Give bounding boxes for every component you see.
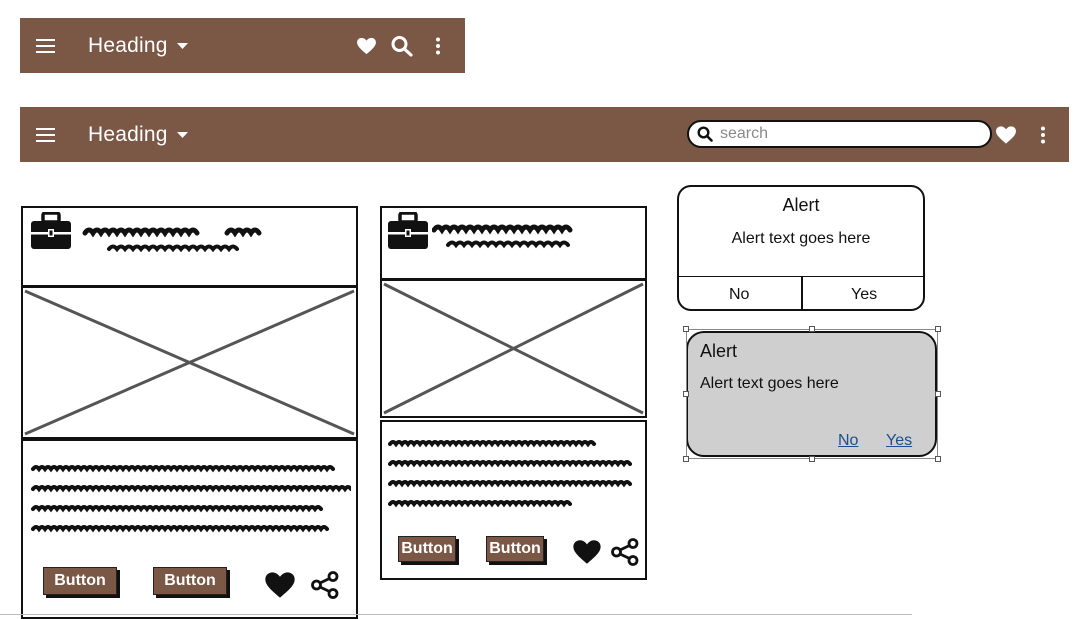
caret-down-icon (176, 42, 189, 50)
resize-handle-sw[interactable] (683, 456, 689, 462)
heading-text: Heading (88, 122, 168, 146)
resize-handle-nw[interactable] (683, 326, 689, 332)
caret-down-icon (176, 131, 189, 139)
alert-dialog: Alert Alert text goes here No Yes (677, 185, 925, 311)
scribble-title (81, 221, 271, 255)
scribble-body-text (31, 459, 351, 539)
alert-dialog-selected[interactable]: Alert Alert text goes here No Yes (686, 331, 937, 457)
heart-icon[interactable] (264, 571, 296, 599)
card-button-2[interactable]: Button (486, 536, 544, 562)
alert-text: Alert text goes here (700, 375, 839, 392)
card-button-1[interactable]: Button (43, 567, 117, 595)
share-icon[interactable] (611, 538, 639, 566)
search-icon (697, 126, 713, 142)
scribble-title (432, 220, 582, 252)
app-bar-small: Heading (20, 18, 465, 73)
heart-icon[interactable] (572, 539, 602, 565)
alert-title: Alert (700, 341, 738, 361)
image-placeholder (21, 286, 358, 439)
resize-handle-se[interactable] (935, 456, 941, 462)
canvas-edge (0, 614, 912, 615)
hamburger-icon[interactable] (36, 127, 56, 143)
alert-text: Alert text goes here (731, 230, 871, 247)
card-button-1[interactable]: Button (398, 536, 456, 562)
briefcase-icon (387, 212, 429, 250)
search-icon[interactable] (391, 35, 413, 56)
card-header (380, 206, 647, 280)
no-link[interactable]: No (838, 432, 858, 450)
resize-handle-w[interactable] (683, 391, 689, 397)
image-placeholder (380, 279, 647, 418)
resize-handle-s[interactable] (809, 456, 815, 462)
more-vertical-icon[interactable] (1040, 126, 1046, 144)
yes-button[interactable]: Yes (851, 286, 877, 304)
heading-text: Heading (88, 33, 168, 57)
more-vertical-icon[interactable] (435, 37, 441, 55)
scribble-body-text (388, 436, 638, 514)
heart-icon[interactable] (356, 37, 377, 55)
heart-icon[interactable] (995, 125, 1017, 144)
card-header (21, 206, 358, 287)
resize-handle-e[interactable] (935, 391, 941, 397)
heading-dropdown[interactable]: Heading (88, 34, 189, 58)
alert-title: Alert (782, 195, 820, 215)
resize-handle-ne[interactable] (935, 326, 941, 332)
briefcase-icon (30, 212, 72, 250)
search-field[interactable] (687, 120, 992, 148)
yes-link[interactable]: Yes (886, 432, 912, 450)
card-button-2[interactable]: Button (153, 567, 227, 595)
card-body: Button Button (380, 420, 647, 580)
search-input[interactable] (718, 124, 982, 144)
no-button[interactable]: No (729, 286, 749, 304)
resize-handle-n[interactable] (809, 326, 815, 332)
share-icon[interactable] (311, 571, 339, 599)
app-bar-wide: Heading (20, 107, 1069, 162)
card-body: Button Button (21, 439, 358, 619)
hamburger-icon[interactable] (36, 38, 56, 54)
alert-button-divider (801, 277, 803, 311)
heading-dropdown[interactable]: Heading (88, 123, 189, 147)
